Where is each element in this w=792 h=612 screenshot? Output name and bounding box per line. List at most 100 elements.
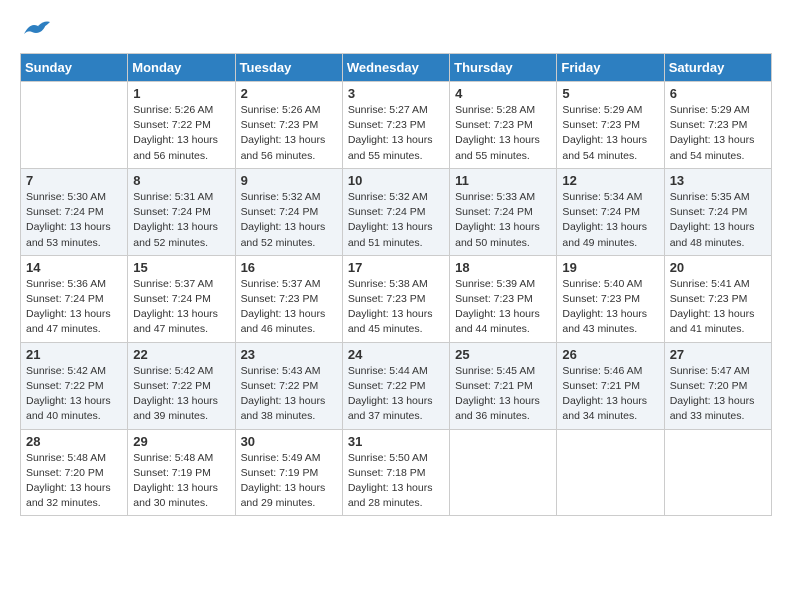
day-header-wednesday: Wednesday [342, 54, 449, 82]
calendar-cell: 29Sunrise: 5:48 AM Sunset: 7:19 PM Dayli… [128, 429, 235, 516]
day-info: Sunrise: 5:32 AM Sunset: 7:24 PM Dayligh… [241, 190, 337, 251]
calendar-cell: 27 Sunrise: 5:47 AM Sunset: 7:20 PM Dayli… [664, 342, 771, 429]
day-info: Sunrise: 5:36 AM Sunset: 7:24 PM Dayligh… [26, 277, 122, 338]
page-header [20, 20, 772, 45]
day-info: Sunrise: 5:27 AM Sunset: 7:23 PM Dayligh… [348, 103, 444, 164]
calendar-cell [557, 429, 664, 516]
calendar-cell: 11 Sunrise: 5:33 AM Sunset: 7:24 PM Dayli… [450, 168, 557, 255]
calendar-cell [21, 82, 128, 169]
calendar-cell: 3 Sunrise: 5:27 AM Sunset: 7:23 PM Daylig… [342, 82, 449, 169]
day-number: 14 [26, 260, 122, 275]
calendar-cell: 15 Sunrise: 5:37 AM Sunset: 7:24 PM Dayli… [128, 255, 235, 342]
calendar-cell: 6Sunrise: 5:29 AM Sunset: 7:23 PM Daylig… [664, 82, 771, 169]
day-info: Sunrise: 5:45 AM Sunset: 7:21 PM Dayligh… [455, 364, 551, 425]
day-number: 25 [455, 347, 551, 362]
day-number: 7 [26, 173, 122, 188]
calendar-cell: 9 Sunrise: 5:32 AM Sunset: 7:24 PM Daylig… [235, 168, 342, 255]
logo [20, 20, 50, 45]
day-header-monday: Monday [128, 54, 235, 82]
day-info: Sunrise: 5:28 AM Sunset: 7:23 PM Dayligh… [455, 103, 551, 164]
calendar-cell: 25 Sunrise: 5:45 AM Sunset: 7:21 PM Dayli… [450, 342, 557, 429]
calendar-cell: 4 Sunrise: 5:28 AM Sunset: 7:23 PM Daylig… [450, 82, 557, 169]
calendar-cell: 7Sunrise: 5:30 AM Sunset: 7:24 PM Daylig… [21, 168, 128, 255]
day-header-tuesday: Tuesday [235, 54, 342, 82]
day-info: Sunrise: 5:26 AM Sunset: 7:23 PM Dayligh… [241, 103, 337, 164]
day-info: Sunrise: 5:26 AM Sunset: 7:22 PM Dayligh… [133, 103, 229, 164]
logo-bird-icon [22, 20, 50, 40]
day-info: Sunrise: 5:29 AM Sunset: 7:23 PM Dayligh… [562, 103, 658, 164]
day-info: Sunrise: 5:48 AM Sunset: 7:19 PM Dayligh… [133, 451, 229, 512]
day-number: 3 [348, 86, 444, 101]
calendar-table: SundayMondayTuesdayWednesdayThursdayFrid… [20, 53, 772, 516]
calendar-cell: 24Sunrise: 5:44 AM Sunset: 7:22 PM Dayli… [342, 342, 449, 429]
day-info: Sunrise: 5:31 AM Sunset: 7:24 PM Dayligh… [133, 190, 229, 251]
day-info: Sunrise: 5:43 AM Sunset: 7:22 PM Dayligh… [241, 364, 337, 425]
calendar-week-row: 7Sunrise: 5:30 AM Sunset: 7:24 PM Daylig… [21, 168, 772, 255]
calendar-cell: 23 Sunrise: 5:43 AM Sunset: 7:22 PM Dayli… [235, 342, 342, 429]
day-number: 19 [562, 260, 658, 275]
day-info: Sunrise: 5:49 AM Sunset: 7:19 PM Dayligh… [241, 451, 337, 512]
calendar-cell [664, 429, 771, 516]
day-header-thursday: Thursday [450, 54, 557, 82]
day-info: Sunrise: 5:48 AM Sunset: 7:20 PM Dayligh… [26, 451, 122, 512]
calendar-cell: 21Sunrise: 5:42 AM Sunset: 7:22 PM Dayli… [21, 342, 128, 429]
day-number: 20 [670, 260, 766, 275]
day-header-friday: Friday [557, 54, 664, 82]
day-number: 1 [133, 86, 229, 101]
calendar-cell: 26 Sunrise: 5:46 AM Sunset: 7:21 PM Dayli… [557, 342, 664, 429]
calendar-cell [450, 429, 557, 516]
day-info: Sunrise: 5:39 AM Sunset: 7:23 PM Dayligh… [455, 277, 551, 338]
calendar-cell: 16Sunrise: 5:37 AM Sunset: 7:23 PM Dayli… [235, 255, 342, 342]
day-info: Sunrise: 5:34 AM Sunset: 7:24 PM Dayligh… [562, 190, 658, 251]
calendar-cell: 20 Sunrise: 5:41 AM Sunset: 7:23 PM Dayli… [664, 255, 771, 342]
day-number: 23 [241, 347, 337, 362]
day-header-saturday: Saturday [664, 54, 771, 82]
calendar-cell: 30Sunrise: 5:49 AM Sunset: 7:19 PM Dayli… [235, 429, 342, 516]
day-number: 26 [562, 347, 658, 362]
day-number: 2 [241, 86, 337, 101]
day-number: 31 [348, 434, 444, 449]
day-number: 12 [562, 173, 658, 188]
day-info: Sunrise: 5:47 AM Sunset: 7:20 PM Dayligh… [670, 364, 766, 425]
calendar-cell: 8 Sunrise: 5:31 AM Sunset: 7:24 PM Daylig… [128, 168, 235, 255]
calendar-week-row: 14 Sunrise: 5:36 AM Sunset: 7:24 PM Dayli… [21, 255, 772, 342]
day-number: 8 [133, 173, 229, 188]
day-info: Sunrise: 5:42 AM Sunset: 7:22 PM Dayligh… [26, 364, 122, 425]
day-number: 18 [455, 260, 551, 275]
calendar-cell: 1 Sunrise: 5:26 AM Sunset: 7:22 PM Daylig… [128, 82, 235, 169]
day-number: 5 [562, 86, 658, 101]
calendar-week-row: 28 Sunrise: 5:48 AM Sunset: 7:20 PM Dayli… [21, 429, 772, 516]
calendar-cell: 31 Sunrise: 5:50 AM Sunset: 7:18 PM Dayli… [342, 429, 449, 516]
day-number: 9 [241, 173, 337, 188]
day-info: Sunrise: 5:46 AM Sunset: 7:21 PM Dayligh… [562, 364, 658, 425]
day-number: 10 [348, 173, 444, 188]
day-info: Sunrise: 5:41 AM Sunset: 7:23 PM Dayligh… [670, 277, 766, 338]
day-info: Sunrise: 5:37 AM Sunset: 7:23 PM Dayligh… [241, 277, 337, 338]
calendar-cell: 17Sunrise: 5:38 AM Sunset: 7:23 PM Dayli… [342, 255, 449, 342]
calendar-cell: 10 Sunrise: 5:32 AM Sunset: 7:24 PM Dayli… [342, 168, 449, 255]
day-number: 28 [26, 434, 122, 449]
calendar-cell: 19Sunrise: 5:40 AM Sunset: 7:23 PM Dayli… [557, 255, 664, 342]
day-info: Sunrise: 5:50 AM Sunset: 7:18 PM Dayligh… [348, 451, 444, 512]
calendar-cell: 2 Sunrise: 5:26 AM Sunset: 7:23 PM Daylig… [235, 82, 342, 169]
calendar-cell: 5 Sunrise: 5:29 AM Sunset: 7:23 PM Daylig… [557, 82, 664, 169]
calendar-cell: 22 Sunrise: 5:42 AM Sunset: 7:22 PM Dayli… [128, 342, 235, 429]
calendar-header-row: SundayMondayTuesdayWednesdayThursdayFrid… [21, 54, 772, 82]
day-info: Sunrise: 5:42 AM Sunset: 7:22 PM Dayligh… [133, 364, 229, 425]
calendar-body: 1 Sunrise: 5:26 AM Sunset: 7:22 PM Daylig… [21, 82, 772, 516]
day-info: Sunrise: 5:44 AM Sunset: 7:22 PM Dayligh… [348, 364, 444, 425]
calendar-cell: 13Sunrise: 5:35 AM Sunset: 7:24 PM Dayli… [664, 168, 771, 255]
day-number: 15 [133, 260, 229, 275]
day-info: Sunrise: 5:33 AM Sunset: 7:24 PM Dayligh… [455, 190, 551, 251]
calendar-cell: 14 Sunrise: 5:36 AM Sunset: 7:24 PM Dayli… [21, 255, 128, 342]
day-info: Sunrise: 5:32 AM Sunset: 7:24 PM Dayligh… [348, 190, 444, 251]
day-number: 6 [670, 86, 766, 101]
day-number: 4 [455, 86, 551, 101]
day-number: 22 [133, 347, 229, 362]
day-info: Sunrise: 5:38 AM Sunset: 7:23 PM Dayligh… [348, 277, 444, 338]
calendar-cell: 18 Sunrise: 5:39 AM Sunset: 7:23 PM Dayli… [450, 255, 557, 342]
day-number: 11 [455, 173, 551, 188]
day-number: 27 [670, 347, 766, 362]
day-info: Sunrise: 5:37 AM Sunset: 7:24 PM Dayligh… [133, 277, 229, 338]
day-header-sunday: Sunday [21, 54, 128, 82]
